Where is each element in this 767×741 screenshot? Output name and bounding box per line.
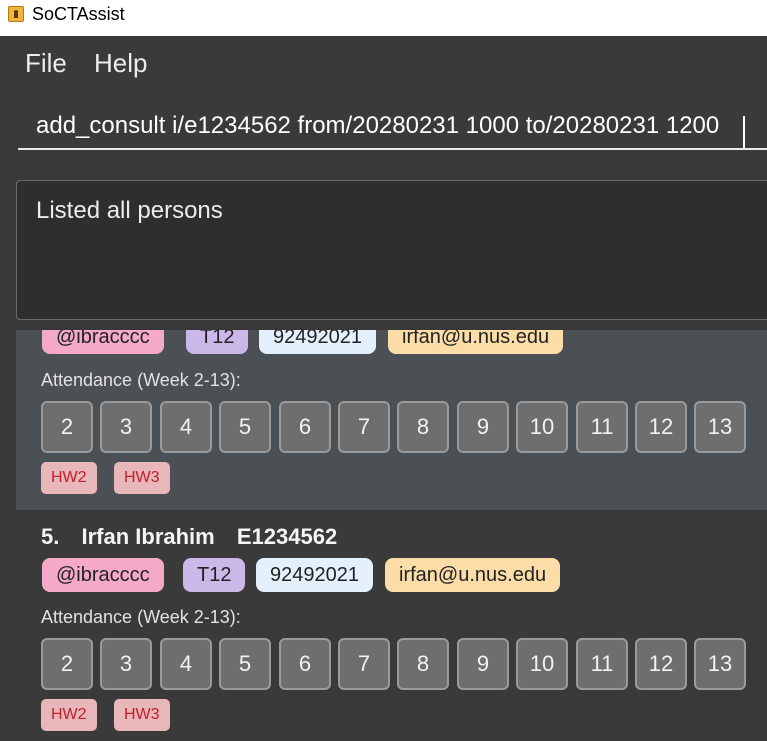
attendance-week-7: 7 <box>338 401 390 453</box>
attendance-label: Attendance (Week 2-13): <box>41 607 241 627</box>
person-student-id: E1234562 <box>236 524 338 549</box>
homework-tag: HW3 <box>114 462 170 494</box>
attendance-week-12: 12 <box>635 638 687 690</box>
tutorial-tag: T12 <box>183 558 246 592</box>
attendance-week-3: 3 <box>100 401 152 453</box>
attendance-week-12: 12 <box>635 401 687 453</box>
title-bar: SoCTAssist <box>0 0 767 36</box>
tutorial-tag: T12 <box>186 330 249 354</box>
person-name: Irfan Ibrahim <box>81 524 215 549</box>
attendance-week-9: 9 <box>457 638 509 690</box>
person-card[interactable]: 5. Irfan Ibrahim E1234562 @ibracccc T12 … <box>16 510 767 741</box>
phone-tag: 92492021 <box>259 330 376 354</box>
email-tag: irfan@u.nus.edu <box>385 558 561 592</box>
attendance-week-8: 8 <box>397 401 449 453</box>
telegram-tag: @ibracccc <box>42 558 164 592</box>
person-index: 5. <box>41 524 60 549</box>
command-input[interactable] <box>18 104 767 150</box>
attendance-week-5: 5 <box>219 401 271 453</box>
menu-help[interactable]: Help <box>94 48 147 79</box>
attendance-week-2: 2 <box>41 401 93 453</box>
attendance-week-3: 3 <box>100 638 152 690</box>
email-tag: irfan@u.nus.edu <box>388 330 564 354</box>
result-display-area: Listed all persons <box>0 170 767 330</box>
attendance-week-4: 4 <box>160 401 212 453</box>
homework-tag: HW3 <box>114 699 170 731</box>
result-display[interactable]: Listed all persons <box>16 180 767 320</box>
person-list[interactable]: @ibracccc T12 92492021 irfan@u.nus.edu A… <box>0 330 767 741</box>
attendance-week-11: 11 <box>576 638 628 690</box>
result-text: Listed all persons <box>36 197 223 224</box>
attendance-week-10: 10 <box>516 401 568 453</box>
attendance-week-4: 4 <box>160 638 212 690</box>
window-title: SoCTAssist <box>32 4 125 24</box>
attendance-week-9: 9 <box>457 401 509 453</box>
command-box-area <box>0 92 767 170</box>
attendance-week-13: 13 <box>694 401 746 453</box>
attendance-week-7: 7 <box>338 638 390 690</box>
attendance-week-5: 5 <box>219 638 271 690</box>
homework-tag: HW2 <box>41 462 97 494</box>
attendance-week-2: 2 <box>41 638 93 690</box>
text-caret <box>743 116 745 148</box>
telegram-tag: @ibracccc <box>42 330 164 354</box>
attendance-week-11: 11 <box>576 401 628 453</box>
menu-bar: File Help <box>0 36 767 92</box>
attendance-week-6: 6 <box>279 401 331 453</box>
person-header: 5. Irfan Ibrahim E1234562 <box>41 524 353 550</box>
app-icon <box>8 6 24 22</box>
attendance-week-6: 6 <box>279 638 331 690</box>
phone-tag: 92492021 <box>256 558 373 592</box>
attendance-week-10: 10 <box>516 638 568 690</box>
attendance-week-8: 8 <box>397 638 449 690</box>
attendance-label: Attendance (Week 2-13): <box>41 370 241 390</box>
menu-file[interactable]: File <box>25 48 67 79</box>
homework-tag: HW2 <box>41 699 97 731</box>
attendance-week-13: 13 <box>694 638 746 690</box>
person-card-selected[interactable]: @ibracccc T12 92492021 irfan@u.nus.edu A… <box>16 330 767 510</box>
